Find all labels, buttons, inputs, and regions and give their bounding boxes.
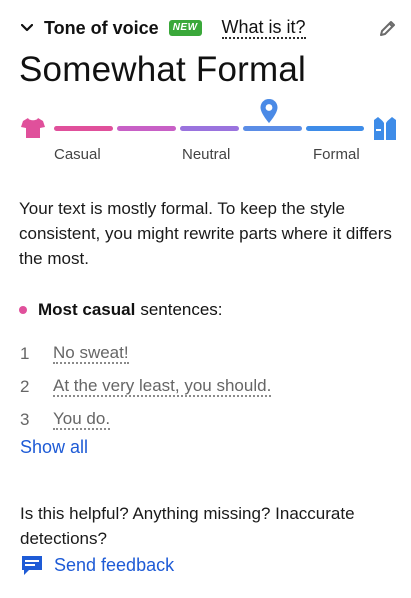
sentence-link[interactable]: No sweat! bbox=[53, 343, 129, 364]
show-all-link[interactable]: Show all bbox=[20, 437, 88, 458]
sentence-list: 1 No sweat! 2 At the very least, you sho… bbox=[20, 337, 390, 436]
scale-segment-4 bbox=[243, 126, 302, 131]
formal-shirt-icon bbox=[372, 114, 398, 142]
list-item: 1 No sweat! bbox=[20, 337, 390, 370]
bullet-dot bbox=[19, 306, 27, 314]
panel-header: Tone of voice NEW What is it? bbox=[18, 14, 398, 42]
scale-segment-5 bbox=[306, 126, 364, 131]
heading-rest: sentences: bbox=[140, 300, 223, 319]
casual-sentences-heading: Most casual sentences: bbox=[19, 300, 223, 320]
list-number: 2 bbox=[20, 376, 30, 396]
scale-label-neutral: Neutral bbox=[182, 146, 231, 163]
helpful-prompt: Is this helpful? Anything missing? Inacc… bbox=[20, 504, 355, 548]
tone-title: Somewhat Formal bbox=[19, 50, 306, 89]
sentence-link[interactable]: You do. bbox=[53, 409, 111, 430]
chat-bubble-icon bbox=[20, 554, 44, 576]
scale-segment-1 bbox=[54, 126, 113, 131]
sentence-link[interactable]: At the very least, you should. bbox=[53, 376, 272, 397]
list-number: 3 bbox=[20, 409, 30, 429]
list-number: 1 bbox=[20, 343, 30, 363]
location-pin-icon bbox=[259, 98, 279, 124]
pencil-icon[interactable] bbox=[378, 18, 398, 38]
tone-description: Your text is mostly formal. To keep the … bbox=[19, 199, 392, 268]
scale-segment-2 bbox=[117, 126, 176, 131]
scale-label-casual: Casual bbox=[54, 146, 101, 163]
casual-shirt-icon bbox=[20, 116, 46, 140]
scale-segment-3 bbox=[180, 126, 239, 131]
chevron-down-icon[interactable] bbox=[18, 19, 36, 37]
tone-scale: Casual Neutral Formal bbox=[18, 96, 400, 166]
send-feedback-label: Send feedback bbox=[54, 554, 175, 575]
scale-label-formal: Formal bbox=[313, 146, 360, 163]
send-feedback-link[interactable]: Send feedback bbox=[20, 554, 174, 576]
new-badge: NEW bbox=[168, 20, 202, 36]
list-item: 2 At the very least, you should. bbox=[20, 370, 390, 403]
heading-bold: Most casual bbox=[38, 300, 136, 319]
list-item: 3 You do. bbox=[20, 403, 390, 436]
panel-title: Tone of voice bbox=[44, 17, 159, 38]
what-is-it-link[interactable]: What is it? bbox=[221, 17, 306, 39]
